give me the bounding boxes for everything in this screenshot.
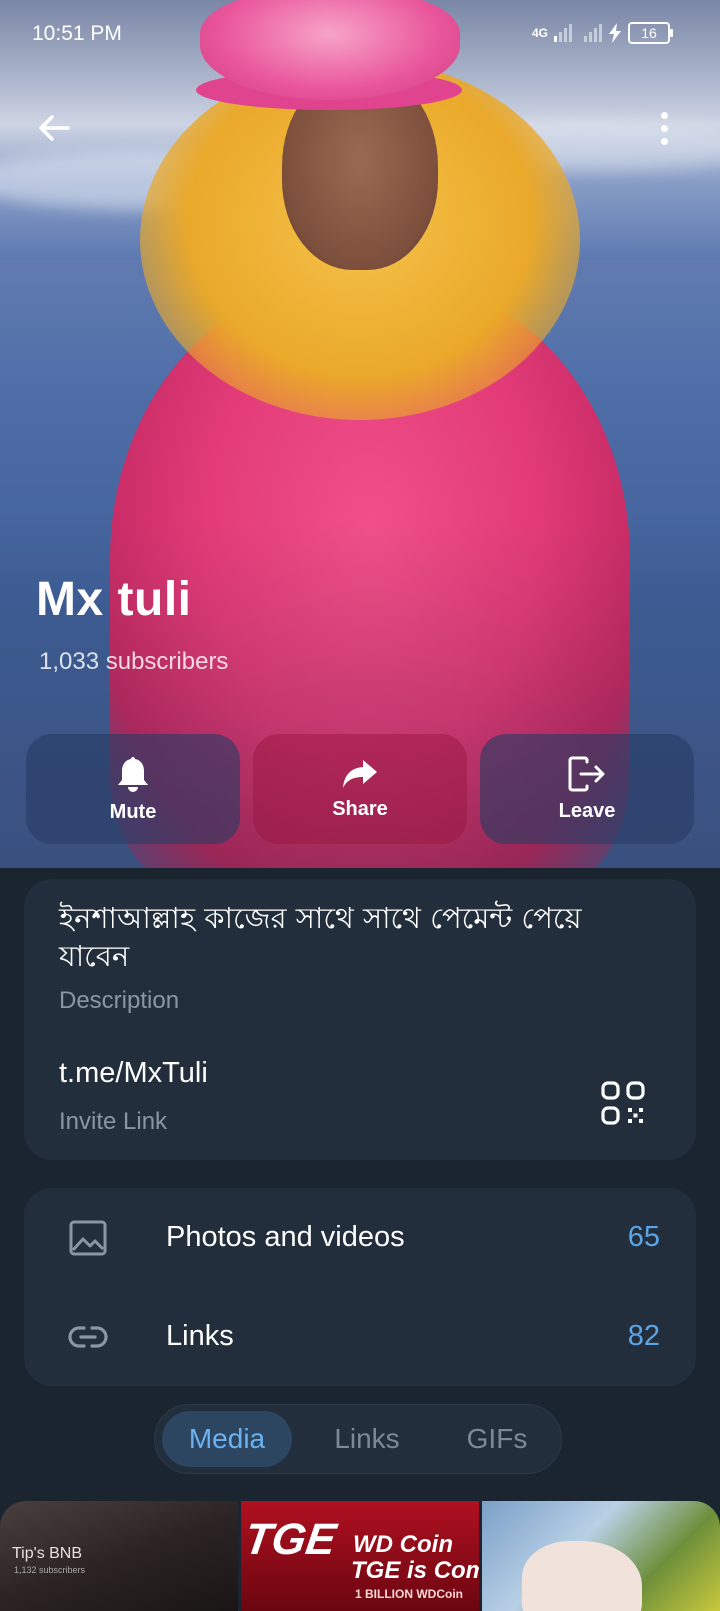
share-arrow-icon xyxy=(343,759,377,788)
leave-icon xyxy=(568,756,605,791)
invite-link-label: Invite Link xyxy=(59,1108,168,1135)
status-bar: 10:51 PM 4G 16 xyxy=(0,0,720,70)
channel-title: Mx tuli xyxy=(36,573,192,626)
bell-icon xyxy=(118,756,148,792)
shared-media-card: Photos and videos 65 Links 82 xyxy=(24,1188,696,1386)
media-thumbnail[interactable] xyxy=(482,1501,720,1611)
status-time: 10:51 PM xyxy=(32,22,122,45)
channel-description: ইনশাআল্লাহ কাজের সাথে সাথে পেমেন্ট পেয়ে… xyxy=(59,901,582,973)
thumbnail-caption: Tip's BNB xyxy=(12,1545,83,1562)
invite-link[interactable]: t.me/MxTuli xyxy=(59,1057,208,1090)
more-vertical-icon xyxy=(660,124,668,132)
thumbnail-subcaption: 1,132 subscribers xyxy=(14,1565,86,1575)
photos-videos-label: Photos and videos xyxy=(166,1221,405,1253)
more-vertical-icon xyxy=(660,111,668,119)
mute-button[interactable]: Mute xyxy=(26,734,240,844)
battery-level: 16 xyxy=(641,25,657,41)
tab-links[interactable]: Links xyxy=(292,1411,442,1467)
links-row[interactable]: Links 82 xyxy=(24,1287,696,1386)
media-thumbnail[interactable]: Tip's BNB 1,132 subscribers xyxy=(0,1501,238,1611)
media-thumbnail[interactable]: TGE WD Coin TGE is Comi 1 BILLION WDCoin xyxy=(241,1501,479,1611)
charging-icon xyxy=(609,23,621,43)
image-icon xyxy=(69,1220,107,1255)
action-buttons: Mute Share Leave xyxy=(26,734,694,844)
links-label: Links xyxy=(166,1320,234,1352)
thumbnail-photo-subject xyxy=(522,1541,642,1611)
subscriber-count: 1,033 subscribers xyxy=(39,648,229,675)
tab-media[interactable]: Media xyxy=(162,1411,292,1467)
network-type: 4G xyxy=(531,26,548,40)
arrow-left-icon xyxy=(39,115,70,141)
share-button[interactable]: Share xyxy=(253,734,467,844)
leave-button[interactable]: Leave xyxy=(480,734,694,844)
media-grid: Tip's BNB 1,132 subscribers TGE WD Coin … xyxy=(0,1501,720,1611)
thumbnail-caption: 1 BILLION WDCoin xyxy=(355,1587,463,1601)
channel-info-card: ইনশাআল্লাহ কাজের সাথে সাথে পেমেন্ট পেয়ে… xyxy=(24,879,696,1160)
back-button[interactable] xyxy=(30,104,78,152)
photos-videos-row[interactable]: Photos and videos 65 xyxy=(24,1188,696,1287)
more-vertical-icon xyxy=(660,137,668,145)
status-icons: 4G 16 xyxy=(531,22,673,44)
mute-label: Mute xyxy=(109,800,157,823)
qr-code-button[interactable] xyxy=(599,1079,647,1127)
qr-code-icon xyxy=(601,1081,645,1125)
thumbnail-caption: TGE is Comi xyxy=(351,1557,479,1584)
tab-gifs[interactable]: GIFs xyxy=(442,1411,552,1467)
signal-icon xyxy=(584,24,602,42)
link-icon xyxy=(68,1325,108,1348)
links-count: 82 xyxy=(627,1320,660,1352)
battery-icon: 16 xyxy=(628,22,673,44)
media-tabs: Media Links GIFs xyxy=(154,1404,562,1474)
share-label: Share xyxy=(332,797,388,820)
thumbnail-caption: WD Coin xyxy=(353,1531,453,1558)
description-label: Description xyxy=(59,987,180,1014)
signal-icon xyxy=(554,24,572,42)
photos-videos-count: 65 xyxy=(627,1221,660,1253)
more-options-button[interactable] xyxy=(652,104,676,152)
leave-label: Leave xyxy=(558,799,616,822)
thumbnail-caption: TGE xyxy=(241,1515,339,1564)
